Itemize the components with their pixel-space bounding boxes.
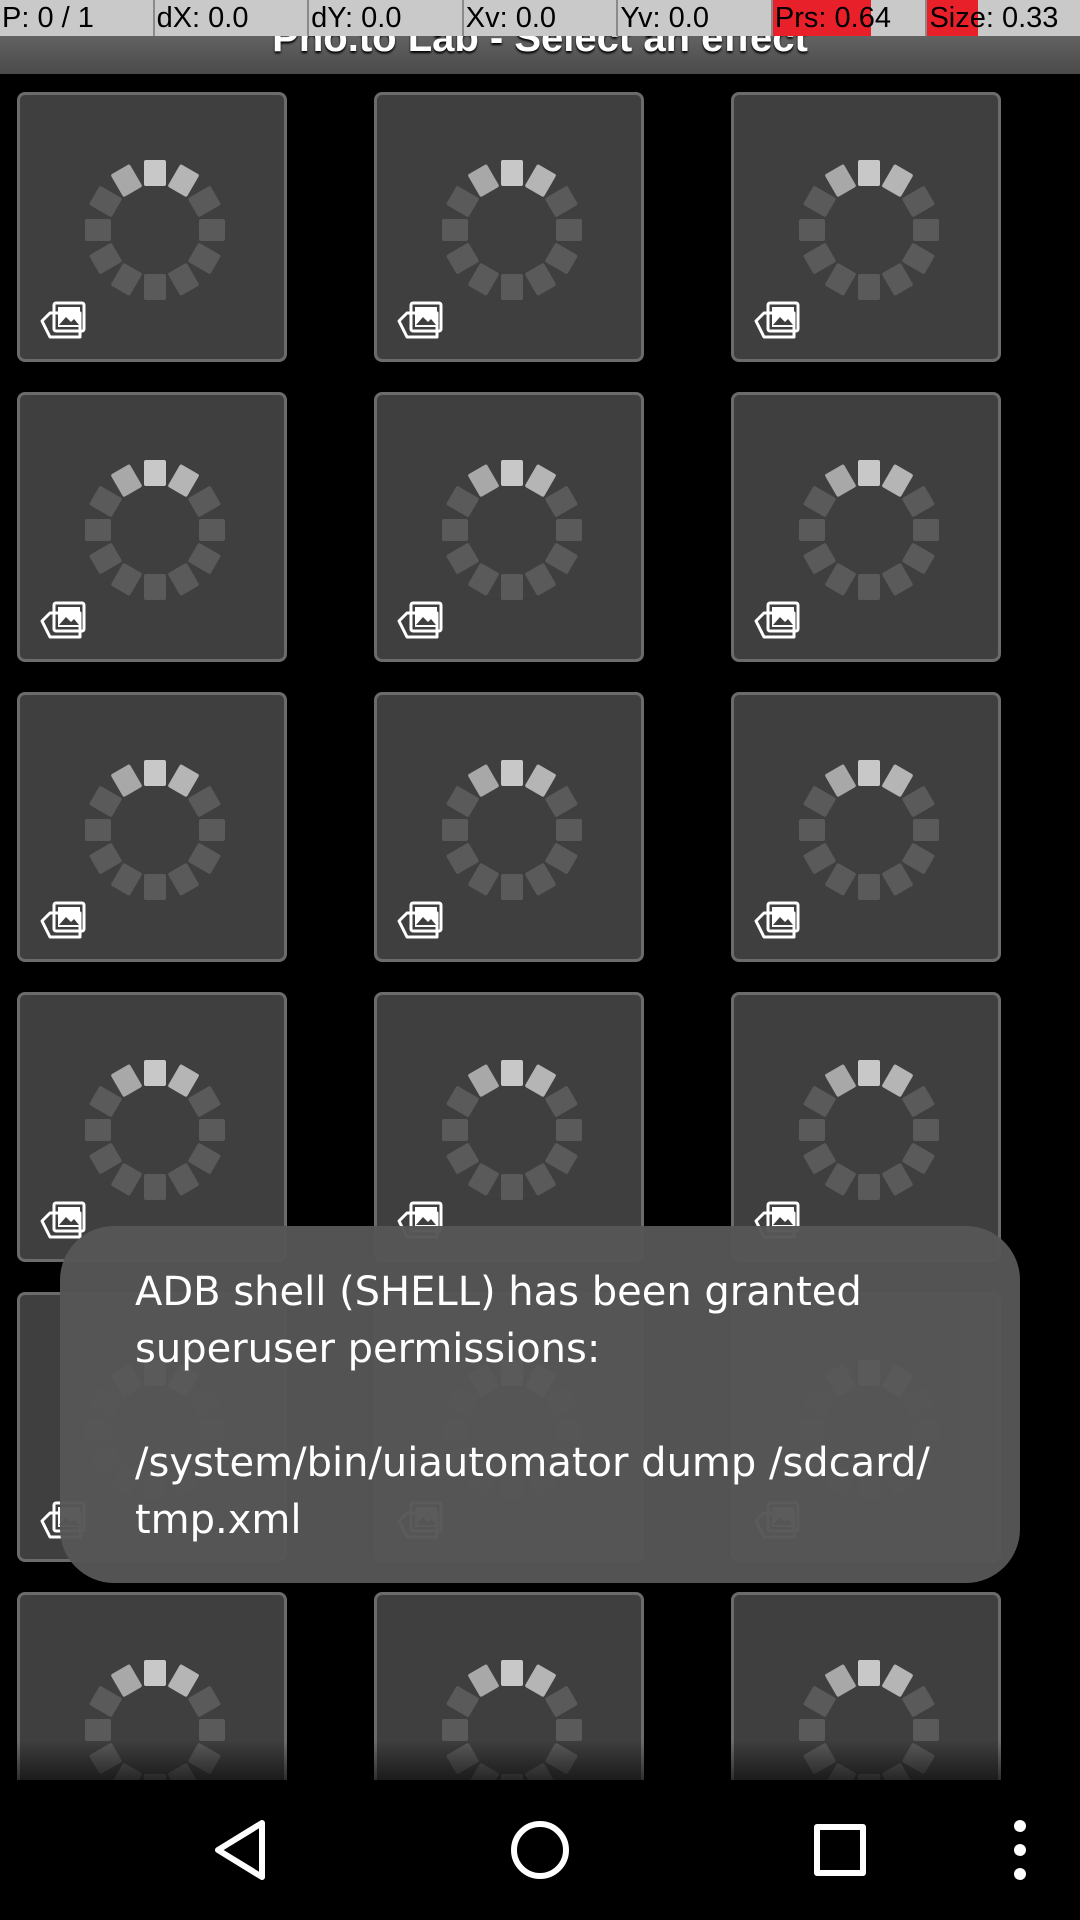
effect-tile[interactable] [17,992,287,1262]
loading-spinner-icon [799,460,939,600]
debug-delta-x: dX: 0.0 [155,0,310,36]
debug-pointer-count: P: 0 / 1 [0,0,155,36]
gallery-stack-icon [36,299,90,345]
recents-square-icon [814,1824,866,1876]
loading-spinner-icon [85,760,225,900]
home-button[interactable] [480,1802,600,1898]
debug-size: Size: 0.33 [927,0,1059,36]
gallery-stack-icon [750,899,804,945]
debug-delta-y: dY: 0.0 [309,0,464,36]
loading-spinner-icon [799,1060,939,1200]
navigation-bar [0,1780,1080,1920]
effect-tile[interactable] [17,692,287,962]
loading-spinner-icon [85,1060,225,1200]
back-button[interactable] [180,1802,300,1898]
recents-button[interactable] [780,1802,900,1898]
effect-tile[interactable] [731,92,1001,362]
loading-spinner-icon [442,1060,582,1200]
gallery-stack-icon [393,299,447,345]
loading-spinner-icon [442,160,582,300]
debug-velocity-y: Yv: 0.0 [618,0,773,36]
gallery-stack-icon [36,899,90,945]
effect-tile[interactable] [374,92,644,362]
effect-tile[interactable] [374,392,644,662]
loading-spinner-icon [85,160,225,300]
effect-tile[interactable] [17,92,287,362]
loading-spinner-icon [85,460,225,600]
loading-spinner-icon [799,760,939,900]
gallery-stack-icon [393,599,447,645]
gallery-stack-icon [36,599,90,645]
effect-tile[interactable] [731,992,1001,1262]
effect-tile[interactable] [17,392,287,662]
loading-spinner-icon [442,760,582,900]
overflow-menu-icon [1014,1820,1026,1880]
debug-velocity-x: Xv: 0.0 [464,0,619,36]
effect-tile[interactable] [731,392,1001,662]
overflow-menu-button[interactable] [960,1802,1080,1898]
loading-spinner-icon [442,460,582,600]
back-triangle-icon [215,1820,265,1880]
effect-tile[interactable] [374,692,644,962]
pointer-debug-overlay: P: 0 / 1 dX: 0.0 dY: 0.0 Xv: 0.0 Yv: 0.0… [0,0,1080,36]
gallery-stack-icon [750,599,804,645]
home-circle-icon [511,1821,569,1879]
debug-pressure: Prs: 0.64 [772,0,928,36]
effect-tile[interactable] [374,992,644,1262]
gallery-stack-icon [750,299,804,345]
loading-spinner-icon [799,160,939,300]
effect-tile[interactable] [731,692,1001,962]
gallery-stack-icon [393,899,447,945]
superuser-toast: ADB shell (SHELL) has been granted super… [60,1226,1020,1583]
